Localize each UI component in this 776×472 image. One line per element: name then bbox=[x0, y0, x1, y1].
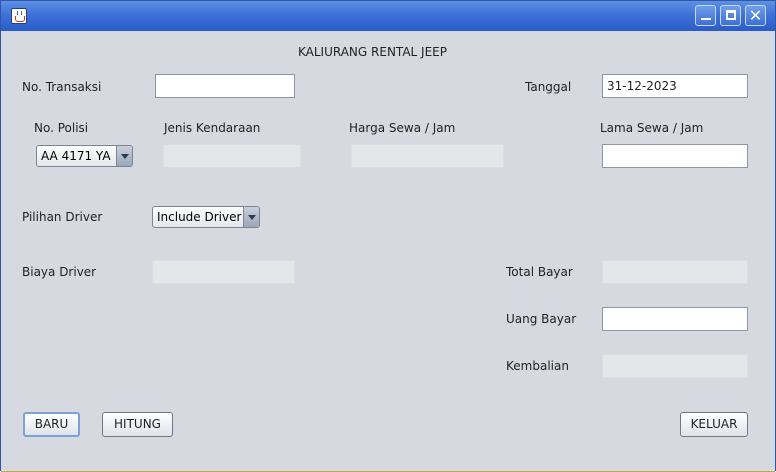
amount-paid-field[interactable] bbox=[602, 307, 748, 331]
chevron-down-icon[interactable] bbox=[243, 207, 259, 227]
hourly-price-label: Harga Sewa / Jam bbox=[349, 121, 456, 135]
transaction-number-label: No. Transaksi bbox=[22, 80, 102, 94]
amount-paid-label: Uang Bayar bbox=[506, 312, 577, 326]
minimize-icon bbox=[701, 18, 711, 20]
plate-number-selected: AA 4171 YA bbox=[41, 149, 111, 163]
change-label: Kembalian bbox=[506, 359, 569, 373]
hourly-price-field bbox=[351, 144, 504, 168]
minimize-button[interactable] bbox=[695, 5, 716, 26]
plate-number-combo[interactable]: AA 4171 YA bbox=[36, 145, 133, 167]
app-window: ✕ KALIURANG RENTAL JEEP No. Transaksi Ta… bbox=[0, 0, 776, 472]
driver-cost-label: Biaya Driver bbox=[22, 265, 97, 279]
maximize-button[interactable] bbox=[720, 5, 741, 26]
driver-option-combo[interactable]: Include Driver bbox=[152, 206, 260, 228]
exit-button[interactable]: KELUAR bbox=[680, 412, 748, 437]
rental-duration-field[interactable] bbox=[602, 144, 748, 168]
total-payment-field bbox=[602, 260, 748, 284]
title-bar[interactable]: ✕ bbox=[1, 1, 775, 31]
driver-cost-field bbox=[152, 260, 295, 284]
date-field[interactable] bbox=[602, 74, 748, 98]
java-cup-icon bbox=[11, 8, 27, 24]
close-button[interactable]: ✕ bbox=[745, 5, 766, 26]
transaction-number-field[interactable] bbox=[155, 74, 295, 98]
vehicle-type-field bbox=[163, 144, 301, 168]
plate-number-label: No. Polisi bbox=[34, 121, 89, 135]
vehicle-type-label: Jenis Kendaraan bbox=[164, 121, 261, 135]
date-label: Tanggal bbox=[525, 80, 572, 94]
page-title: KALIURANG RENTAL JEEP bbox=[298, 45, 447, 59]
driver-option-label: Pilihan Driver bbox=[22, 210, 103, 224]
calculate-button[interactable]: HITUNG bbox=[102, 412, 173, 437]
form-panel: KALIURANG RENTAL JEEP No. Transaksi Tang… bbox=[5, 31, 773, 467]
new-button[interactable]: BARU bbox=[23, 412, 80, 437]
maximize-icon bbox=[726, 10, 736, 20]
chevron-down-icon[interactable] bbox=[116, 146, 132, 166]
change-field bbox=[602, 354, 748, 378]
rental-duration-label: Lama Sewa / Jam bbox=[600, 121, 704, 135]
driver-option-selected: Include Driver bbox=[157, 210, 242, 224]
total-payment-label: Total Bayar bbox=[506, 265, 573, 279]
window-bottom-border bbox=[1, 467, 775, 472]
close-icon: ✕ bbox=[748, 6, 763, 25]
